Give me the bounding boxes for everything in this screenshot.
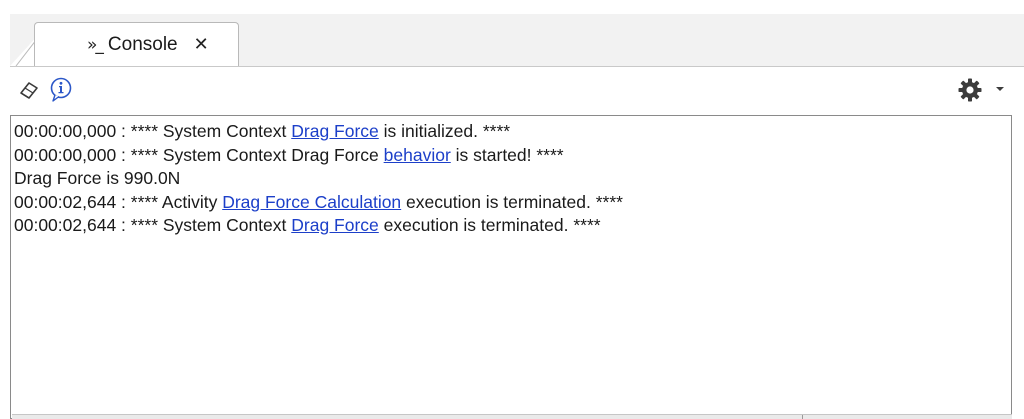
- console-line: Drag Force is 990.0N: [14, 167, 1008, 191]
- console-prompt-icon: »_: [87, 34, 104, 55]
- horizontal-scrollbar[interactable]: [12, 414, 1012, 419]
- console-line-text: execution is terminated. ****: [401, 191, 623, 212]
- console-line: 00:00:02,644 : **** Activity Drag Force …: [14, 191, 1008, 215]
- console-line-text: 00:00:02,644 : **** System Context: [14, 215, 292, 235]
- console-link[interactable]: behavior: [384, 145, 451, 165]
- console-line: 00:00:02,644 : **** System Context Drag …: [14, 214, 1008, 238]
- gear-icon: [958, 78, 982, 102]
- console-line-text: 00:00:00,000 : **** System Context: [14, 121, 292, 141]
- console-line-text: is started! ****: [450, 144, 564, 165]
- console-line-text: execution is terminated. ****: [378, 215, 601, 235]
- console-line: 00:00:00,000 : **** System Context Drag …: [14, 120, 1008, 144]
- console-window: »_ Console ✕ 00:00:00,000: **** System …: [0, 0, 1024, 419]
- settings-button[interactable]: [955, 77, 985, 103]
- eraser-icon: [20, 82, 38, 99]
- console-link[interactable]: Drag Force: [291, 215, 379, 235]
- console-line-text: Drag Force is 990.0N: [14, 168, 181, 188]
- tab-strip: »_ Console ✕: [10, 14, 1024, 67]
- scrollbar-divider: [802, 415, 803, 419]
- tab-console[interactable]: »_ Console ✕: [34, 22, 239, 66]
- console-link[interactable]: Drag Force: [291, 121, 379, 141]
- info-button[interactable]: [48, 77, 74, 103]
- console-line: 00:00:00,000 : **** System Context Drag …: [14, 144, 1008, 168]
- close-icon[interactable]: ✕: [194, 34, 209, 55]
- tab-label: Console: [107, 33, 178, 55]
- settings-dropdown-toggle[interactable]: [993, 82, 1007, 96]
- console-link[interactable]: Drag Force Calculation: [222, 192, 401, 212]
- console-output[interactable]: 00:00:00,000 : **** System Context Drag …: [10, 115, 1012, 419]
- console-line-text: 00:00:00,000 : **** System Context Drag …: [14, 144, 384, 165]
- caret-down-icon: [996, 87, 1004, 91]
- info-icon: [50, 77, 72, 102]
- console-panel: »_ Console ✕ 00:00:00,000: **** System …: [10, 14, 1024, 419]
- console-toolbar: [10, 67, 1024, 115]
- clear-console-button[interactable]: [16, 77, 42, 103]
- console-line-text: is initialized. ****: [378, 121, 511, 141]
- console-line-text: 00:00:02,644 : **** Activity: [14, 191, 223, 212]
